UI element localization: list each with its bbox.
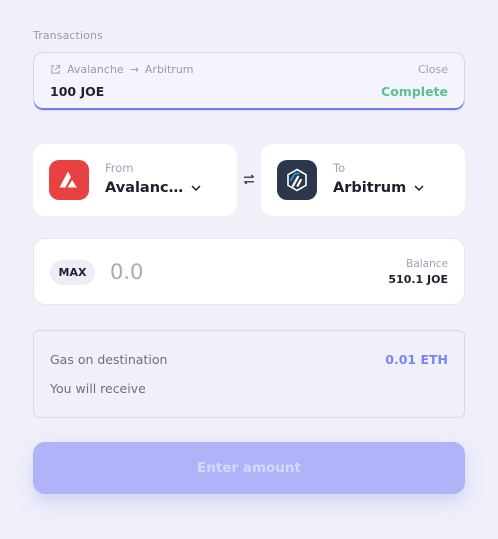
balance-label: Balance xyxy=(406,258,448,270)
swap-arrows-icon xyxy=(244,174,254,184)
transaction-from-chain: Avalanche xyxy=(67,63,124,76)
to-chain-selector[interactable]: To Arbitrum xyxy=(261,144,465,216)
transaction-card[interactable]: Avalanche → Arbitrum Close 100 JOE Compl… xyxy=(33,52,465,111)
balance-value: 510.1 JOE xyxy=(388,273,448,286)
route-arrow: → xyxy=(129,63,139,76)
gas-on-destination-label: Gas on destination xyxy=(50,352,168,367)
arbitrum-logo xyxy=(277,160,317,200)
amount-panel: MAX Balance 510.1 JOE xyxy=(33,238,465,305)
transaction-to-chain: Arbitrum xyxy=(144,63,194,76)
to-chain-name: Arbitrum xyxy=(333,180,424,196)
avalanche-logo xyxy=(49,160,89,200)
transaction-amount: 100 JOE xyxy=(50,84,105,99)
chevron-down-icon xyxy=(414,185,424,191)
gas-on-destination-value[interactable]: 0.01 ETH xyxy=(385,352,448,367)
to-chain-text: Arbitrum xyxy=(333,180,407,196)
enter-amount-button[interactable]: Enter amount xyxy=(33,442,465,494)
transactions-label: Transactions xyxy=(33,29,103,42)
transaction-route: Avalanche → Arbitrum xyxy=(50,63,194,76)
swap-chains-button[interactable] xyxy=(241,171,257,187)
receive-summary: Gas on destination 0.01 ETH You will rec… xyxy=(33,330,465,418)
you-will-receive-label: You will receive xyxy=(50,381,146,396)
to-label: To xyxy=(333,161,346,175)
from-chain-selector[interactable]: From Avalanc… xyxy=(33,144,237,216)
max-button[interactable]: MAX xyxy=(50,260,95,285)
status-badge: Complete xyxy=(381,84,448,99)
external-link-icon[interactable] xyxy=(50,64,61,75)
from-label: From xyxy=(105,161,134,175)
amount-input[interactable] xyxy=(110,257,310,287)
chevron-down-icon xyxy=(191,185,201,191)
from-chain-name: Avalanc… xyxy=(105,180,201,196)
from-chain-text: Avalanc… xyxy=(105,180,184,196)
bridge-panel: Transactions Avalanche → Arbitrum Close … xyxy=(0,0,498,539)
close-button[interactable]: Close xyxy=(418,63,448,76)
